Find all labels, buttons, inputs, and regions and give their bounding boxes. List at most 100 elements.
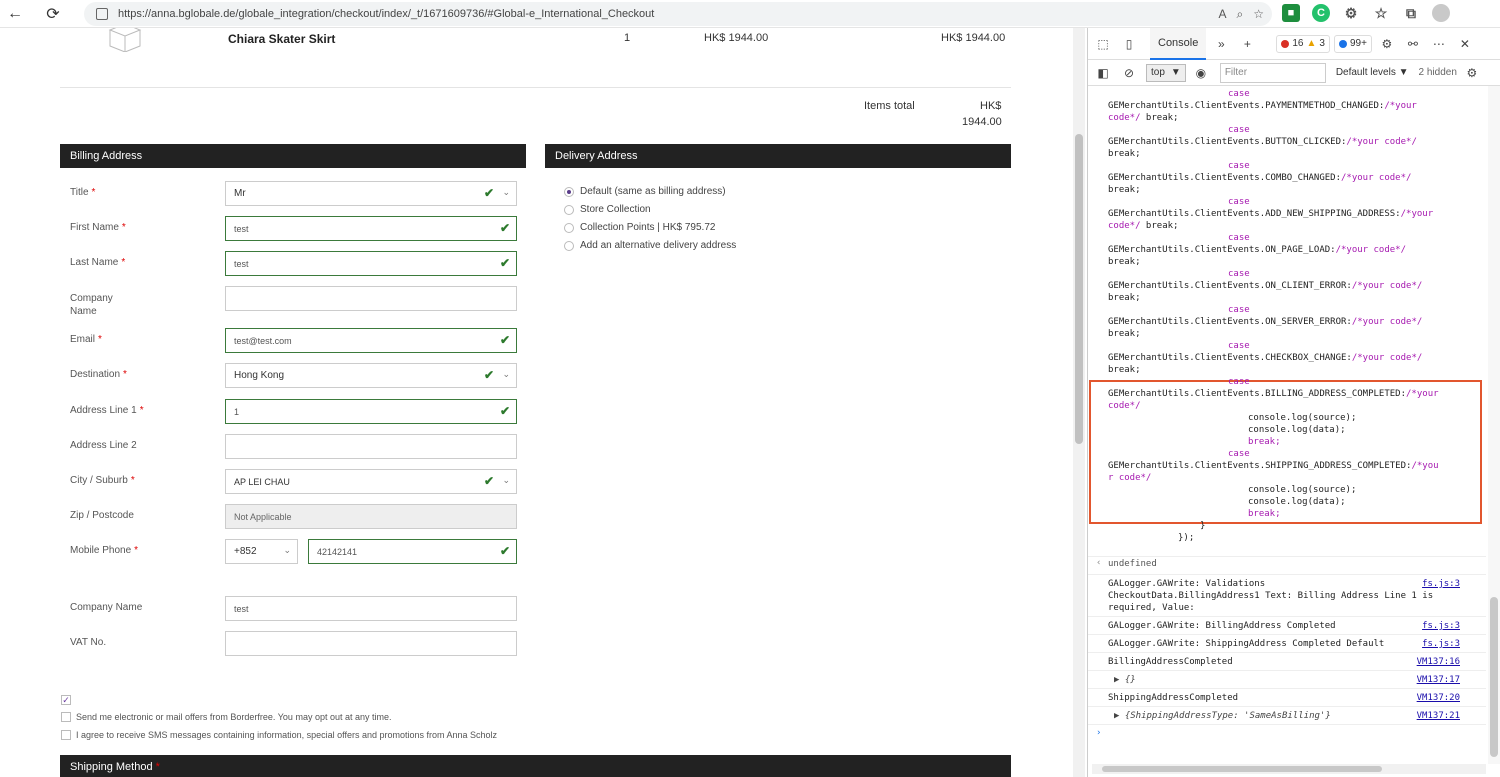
title-select[interactable]: Mr ✔ ⌄ (225, 181, 517, 206)
product-total: HK$ 1944.00 (941, 32, 1006, 44)
read-aloud-icon[interactable]: A (1218, 7, 1226, 21)
country-code-select[interactable]: +852 ⌄ (225, 539, 298, 564)
offers-consent-row[interactable]: Send me electronic or mail offers from B… (61, 712, 392, 722)
sidebar-toggle-icon[interactable]: ◧ (1092, 62, 1114, 84)
connect-icon[interactable]: ⚯ (1402, 33, 1424, 55)
page-scrollbar[interactable] (1073, 28, 1085, 777)
sms-consent-row[interactable]: I agree to receive SMS messages containi… (61, 730, 497, 740)
extension-c-icon[interactable]: C (1312, 4, 1330, 22)
mobile-input[interactable]: 42142141 ✔ (308, 539, 517, 564)
tab-console[interactable]: Console (1150, 27, 1207, 60)
code-line: case (1228, 161, 1250, 171)
address-bar[interactable]: https://anna.bglobale.de/globale_integra… (84, 2, 1272, 26)
radio[interactable] (564, 240, 574, 251)
zoom-icon[interactable]: ⌕ (1237, 7, 1244, 22)
issues-badge[interactable]: 16 ▲ 3 (1276, 34, 1330, 53)
browser-toolbar: ← ⟳ https://anna.bglobale.de/globale_int… (0, 0, 1500, 28)
check-icon: ✔ (483, 474, 494, 488)
code-line: case (1228, 89, 1250, 99)
check-icon: ✔ (499, 333, 510, 347)
console-toolbar: ◧ ⊘ top ▼ ◉ Filter Default levels ▼ 2 hid… (1088, 60, 1500, 86)
console-hscrollbar-thumb[interactable] (1102, 766, 1382, 772)
delivery-option-default[interactable]: Default (same as billing address) (564, 186, 726, 197)
source-link[interactable]: VM137:20 (1417, 692, 1460, 704)
code-line: case (1228, 341, 1250, 351)
filter-input[interactable]: Filter (1219, 62, 1326, 83)
more-tabs-icon[interactable]: » (1210, 33, 1232, 55)
profile-avatar[interactable] (1432, 4, 1450, 22)
consent-checkbox-row[interactable]: ✓ (61, 695, 76, 705)
code-line: GEMerchantUtils.ClientEvents.CHECKBOX_CH… (1108, 353, 1423, 363)
sms-checkbox[interactable] (61, 730, 71, 740)
messages-badge[interactable]: 99+ (1333, 34, 1372, 53)
source-link[interactable]: VM137:16 (1417, 656, 1460, 668)
billing-address-heading: Billing Address (60, 144, 526, 168)
collections-icon[interactable]: ⧉ (1402, 4, 1420, 22)
extension-g-icon[interactable]: ■ (1282, 4, 1300, 22)
city-select[interactable]: AP LEI CHAU ✔ ⌄ (225, 469, 517, 494)
console-message: GALogger.GAWrite: ShippingAddress Comple… (1088, 634, 1486, 652)
code-line: case (1228, 125, 1250, 135)
delivery-option-alternative[interactable]: Add an alternative delivery address (564, 240, 736, 251)
source-link[interactable]: VM137:21 (1417, 710, 1460, 722)
context-select[interactable]: top ▼ (1146, 63, 1186, 82)
console-message-text: GALogger.GAWrite: BillingAddress Complet… (1108, 621, 1336, 631)
source-link[interactable]: VM137:17 (1417, 674, 1460, 686)
console-prompt[interactable]: › (1088, 724, 1486, 740)
page-scrollbar-thumb[interactable] (1075, 134, 1083, 444)
code-line: case (1228, 377, 1250, 387)
console-message: GALogger.GAWrite: BillingAddress Complet… (1088, 616, 1486, 634)
console-scrollbar[interactable] (1488, 86, 1500, 764)
extensions-puzzle-icon[interactable]: ⚙ (1342, 4, 1360, 22)
console-message-text: BillingAddressCompleted (1108, 657, 1233, 667)
console-message-text: ▶ {} (1114, 675, 1136, 685)
code-line: GEMerchantUtils.ClientEvents.ADD_NEW_SHI… (1108, 209, 1434, 219)
favorite-icon[interactable]: ☆ (1253, 7, 1264, 21)
reload-icon[interactable]: ⟳ (38, 0, 68, 28)
console-hscrollbar[interactable] (1092, 764, 1486, 774)
code-line: GEMerchantUtils.ClientEvents.BUTTON_CLIC… (1108, 137, 1417, 147)
code-line: case (1228, 449, 1250, 459)
settings-gear-icon[interactable]: ⚙ (1376, 33, 1398, 55)
console-message: GALogger.GAWrite: Validations CheckoutDa… (1088, 574, 1486, 616)
delivery-option-store[interactable]: Store Collection (564, 204, 651, 215)
address-line1-input[interactable]: 1 ✔ (225, 399, 517, 424)
favorites-icon[interactable]: ☆ (1372, 4, 1390, 22)
code-line: GEMerchantUtils.ClientEvents.PAYMENTMETH… (1108, 101, 1417, 111)
company-label: Company Name (70, 293, 113, 317)
title-label: Title * (70, 187, 96, 198)
first-name-input[interactable]: test ✔ (225, 216, 517, 241)
close-icon[interactable]: ✕ (1454, 33, 1476, 55)
destination-select[interactable]: Hong Kong ✔ ⌄ (225, 363, 517, 388)
back-icon[interactable]: ← (0, 0, 30, 28)
clear-console-icon[interactable]: ⊘ (1118, 62, 1140, 84)
radio[interactable] (564, 204, 574, 215)
console-message: ShippingAddressCompleted VM137:20 (1088, 688, 1486, 706)
console-scrollbar-thumb[interactable] (1490, 597, 1498, 757)
inspect-icon[interactable]: ⬚ (1092, 33, 1114, 55)
source-link[interactable]: fs.js:3 (1422, 638, 1460, 650)
more-options-icon[interactable]: ⋯ (1428, 33, 1450, 55)
device-toggle-icon[interactable]: ▯ (1118, 33, 1140, 55)
source-link[interactable]: fs.js:3 (1422, 620, 1460, 632)
log-levels-select[interactable]: Default levels ▼ (1336, 67, 1409, 78)
last-name-input[interactable]: test ✔ (225, 251, 517, 276)
checked-checkbox[interactable]: ✓ (61, 695, 71, 705)
source-link[interactable]: fs.js:3 (1422, 578, 1460, 590)
delivery-option-collection-points[interactable]: Collection Points | HK$ 795.72 (564, 222, 715, 233)
offers-checkbox[interactable] (61, 712, 71, 722)
company-input[interactable] (225, 286, 517, 311)
vat-input[interactable] (225, 631, 517, 656)
live-expression-eye-icon[interactable]: ◉ (1190, 62, 1212, 84)
chevron-down-icon: ⌄ (502, 187, 510, 197)
company-name-input[interactable]: test (225, 596, 517, 621)
code-line: GEMerchantUtils.ClientEvents.COMBO_CHANG… (1108, 173, 1412, 183)
console-message: BillingAddressCompleted VM137:16 (1088, 652, 1486, 670)
address-line2-input[interactable] (225, 434, 517, 459)
email-input[interactable]: test@test.com ✔ (225, 328, 517, 353)
add-tab-icon[interactable]: + (1236, 33, 1258, 55)
radio[interactable] (564, 222, 574, 233)
radio-selected[interactable] (564, 186, 574, 197)
mobile-label: Mobile Phone * (70, 545, 139, 556)
console-settings-gear-icon[interactable]: ⚙ (1461, 62, 1483, 84)
